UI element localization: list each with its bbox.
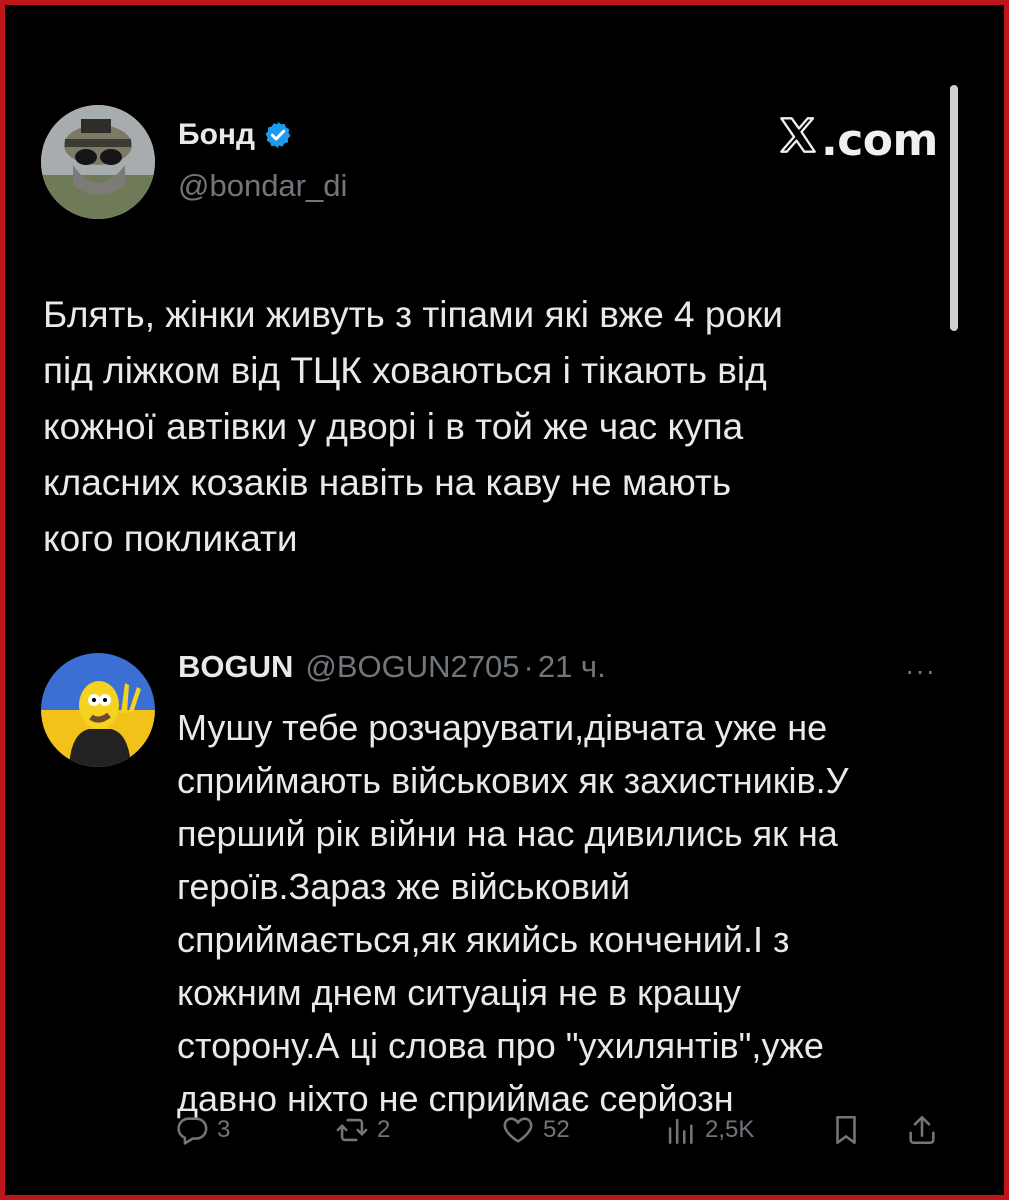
repost-button[interactable]: 2 — [335, 1113, 390, 1147]
author-name-row[interactable]: Бонд — [178, 118, 293, 152]
author-handle[interactable]: @bondar_di — [178, 168, 347, 204]
repost-count: 2 — [377, 1116, 391, 1143]
like-button[interactable]: 52 — [501, 1113, 570, 1147]
bookmark-icon — [836, 1115, 856, 1145]
reply-button[interactable]: 3 — [175, 1113, 230, 1147]
author-name[interactable]: Бонд — [178, 118, 255, 152]
views-icon — [668, 1118, 693, 1145]
repost-icon — [336, 1118, 368, 1142]
reply-author-handle[interactable]: @BOGUN2705 — [305, 649, 519, 685]
reply-count: 3 — [217, 1116, 231, 1143]
reply-text: Мушу тебе розчарувати,дівчата уже не спр… — [177, 707, 849, 1119]
share-icon — [909, 1115, 935, 1145]
reply-timestamp[interactable]: 21 ч. — [538, 649, 606, 685]
reply-icon — [177, 1117, 208, 1145]
x-com-logo: .com — [777, 115, 938, 166]
like-count: 52 — [543, 1116, 570, 1143]
scrollbar[interactable] — [950, 85, 958, 331]
screenshot-frame: Бонд @bondar_di .com Блять, жінки живуть… — [0, 0, 1009, 1200]
x-logo-icon — [780, 117, 816, 153]
reply-action-bar: 3 2 52 2,5K — [175, 1113, 950, 1153]
reply-author-avatar[interactable] — [41, 653, 155, 767]
heart-icon — [503, 1117, 533, 1143]
reply-header: BOGUN @BOGUN2705 · 21 ч. — [178, 649, 606, 685]
author-avatar[interactable] — [41, 105, 155, 219]
share-button[interactable] — [905, 1113, 939, 1147]
views-count: 2,5K — [705, 1116, 755, 1143]
reply-author-name[interactable]: BOGUN — [178, 649, 293, 685]
verified-badge-icon — [265, 121, 291, 149]
more-options-icon[interactable]: ··· — [905, 655, 936, 687]
tweet-text: Блять, жінки живуть з тіпами які вже 4 р… — [43, 294, 783, 559]
views-button[interactable]: 2,5K — [663, 1113, 754, 1147]
reply-separator: · — [523, 649, 534, 684]
brand-suffix: .com — [821, 115, 938, 166]
bookmark-button[interactable] — [829, 1113, 863, 1147]
